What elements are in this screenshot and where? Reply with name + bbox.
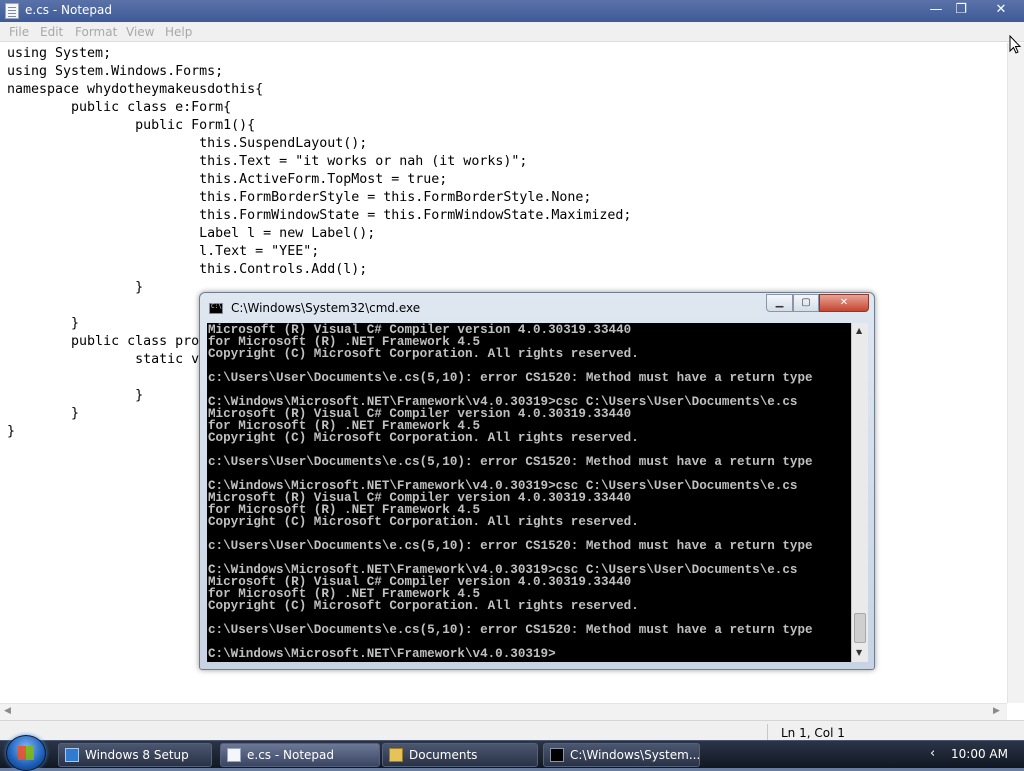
- close-button[interactable]: ✕: [982, 0, 1020, 20]
- console-icon: [550, 748, 564, 762]
- windows-start-icon[interactable]: [6, 735, 46, 771]
- console-output[interactable]: Microsoft (R) Visual C# Compiler version…: [207, 323, 851, 662]
- scroll-up-icon[interactable]: ▲: [856, 326, 862, 335]
- cmd-window-title: C:\Windows\System32\cmd.exe: [231, 301, 421, 315]
- status-bar: Ln 1, Col 1: [0, 720, 1024, 742]
- menu-bar: File Edit Format View Help: [0, 22, 1024, 42]
- menu-edit[interactable]: Edit: [40, 25, 63, 39]
- tray-expand-icon[interactable]: ‹: [930, 746, 935, 761]
- notepad-icon: [5, 3, 19, 19]
- menu-format[interactable]: Format: [75, 25, 117, 39]
- taskbar-item-label: Windows 8 Setup: [85, 748, 189, 762]
- menu-file[interactable]: File: [9, 25, 29, 39]
- console-icon: [209, 303, 223, 314]
- maximize-button[interactable]: ❐: [943, 0, 979, 20]
- menu-help[interactable]: Help: [165, 25, 192, 39]
- cmd-window: C:\Windows\System32\cmd.exe ▁ ▢ ✕ Micros…: [199, 292, 875, 670]
- cursor-position: Ln 1, Col 1: [781, 726, 845, 740]
- notepad-icon: [227, 748, 241, 762]
- taskbar-item-cmd[interactable]: C:\Windows\System...: [543, 743, 700, 767]
- scroll-right-icon[interactable]: ▶: [993, 706, 1000, 716]
- scroll-thumb[interactable]: [854, 613, 866, 643]
- horizontal-scrollbar[interactable]: ◀ ▶: [0, 703, 1007, 720]
- notepad-titlebar[interactable]: e.cs - Notepad — ❐ ✕: [0, 0, 1024, 22]
- cmd-minimize-button[interactable]: ▁: [766, 294, 793, 312]
- scroll-left-icon[interactable]: ◀: [4, 706, 11, 716]
- console-text: Microsoft (R) Visual C# Compiler version…: [208, 323, 813, 661]
- window-title: e.cs - Notepad: [25, 3, 112, 17]
- setup-icon: [65, 748, 79, 762]
- vertical-scrollbar[interactable]: [1007, 43, 1024, 703]
- taskbar-item-notepad[interactable]: e.cs - Notepad: [220, 743, 380, 767]
- taskbar-item-windows-setup[interactable]: Windows 8 Setup: [58, 743, 212, 767]
- taskbar-item-documents[interactable]: Documents: [382, 743, 538, 767]
- taskbar-item-label: e.cs - Notepad: [247, 748, 334, 762]
- clock[interactable]: 10:00 AM: [951, 747, 1008, 761]
- menu-view[interactable]: View: [126, 25, 154, 39]
- cmd-close-button[interactable]: ✕: [819, 294, 869, 312]
- scroll-down-icon[interactable]: ▼: [856, 648, 862, 657]
- status-divider: [767, 724, 768, 740]
- cmd-maximize-button[interactable]: ▢: [793, 294, 819, 312]
- taskbar-item-label: Documents: [409, 748, 478, 762]
- taskbar: Windows 8 Setup e.cs - Notepad Documents…: [0, 735, 1024, 771]
- taskbar-item-label: C:\Windows\System...: [570, 748, 700, 762]
- cmd-scrollbar[interactable]: ▲ ▼: [851, 323, 868, 662]
- folder-icon: [389, 748, 403, 762]
